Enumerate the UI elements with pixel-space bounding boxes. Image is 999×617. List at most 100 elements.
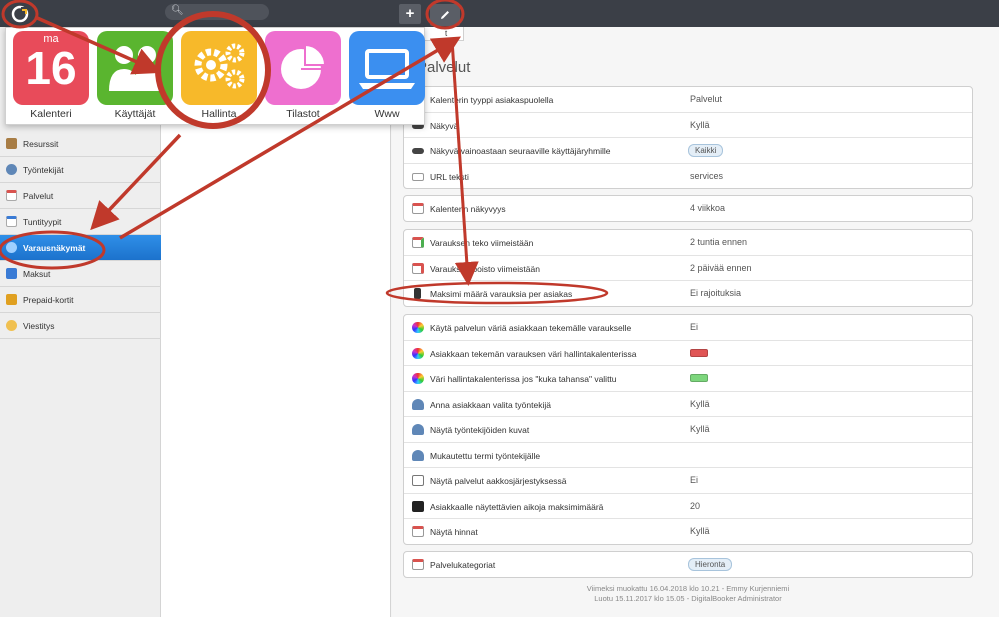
settings-group-categories: Palvelukategoriat Hieronta (403, 551, 973, 578)
resources-icon (6, 138, 17, 149)
sidebar-item-label: Tuntityypit (23, 216, 62, 227)
setting-label: Näytä palvelut aakkosjärjestyksessä (430, 476, 567, 486)
sidebar-item-palvelut[interactable]: Palvelut (0, 183, 161, 209)
card-icon (6, 294, 17, 305)
pencil-icon (441, 11, 449, 19)
setting-row[interactable]: Palvelukategoriat Hieronta (404, 552, 972, 578)
setting-label: Kalenterin näkyvyys (430, 204, 506, 214)
tab-label: t (445, 29, 448, 38)
setting-row[interactable]: Näkyvä vainoastaan seuraaville käyttäjär… (404, 138, 972, 164)
setting-row[interactable]: Kalenterin tyyppi asiakaspuolella Palvel… (404, 87, 972, 113)
setting-value: 2 päivää ennen (690, 262, 752, 273)
color-wheel-icon (412, 373, 424, 384)
sidebar-item-label: Maksut (23, 268, 51, 279)
calendar-date: 16 (25, 42, 77, 94)
setting-label: Asiakkaalle näytettävien aikoja maksimim… (430, 501, 604, 512)
app-kalenteri[interactable]: ma 16 (13, 31, 89, 105)
setting-row[interactable]: Kalenterin näkyvyys 4 viikkoa (404, 196, 972, 222)
setting-label: Varauksen poisto viimeistään (430, 263, 540, 274)
setting-value: 20 (690, 500, 701, 511)
app-launcher: ma 16 Kalenteri Käyttäjät Hallinta Tilas… (5, 27, 425, 125)
user-group-tag: Kaikki (688, 144, 724, 157)
setting-value: services (690, 170, 724, 181)
search-icon: 🔍︎ (171, 5, 184, 16)
payment-icon (6, 268, 17, 279)
settings-group-booking-limits: Varauksen teko viimeistään 2 tuntia enne… (403, 229, 973, 307)
app-label-kalenteri: Kalenteri (30, 108, 72, 120)
setting-row[interactable]: Näytä hinnat Kyllä (404, 519, 972, 545)
app-tilastot[interactable] (265, 31, 341, 105)
setting-label: Anna asiakkaan valita työntekijä (430, 399, 551, 410)
setting-label: Väri hallintakalenterissa jos "kuka taha… (430, 374, 617, 384)
traffic-light-icon (414, 288, 421, 299)
setting-value: Ei (690, 322, 699, 332)
sidebar-item-maksut[interactable]: Maksut (0, 261, 161, 287)
sidebar-item-viestitys[interactable]: Viestitys (0, 313, 161, 339)
color-wheel-icon (412, 322, 424, 333)
sidebar-item-tyontekijat[interactable]: Työntekijät (0, 157, 161, 183)
gears-icon (194, 43, 245, 89)
app-kayttajat[interactable] (97, 31, 173, 105)
setting-label: Näytä työntekijöiden kuvat (430, 425, 530, 435)
sidebar-item-varausnakymat[interactable]: Varausnäkymät (0, 235, 161, 261)
settings-panel: t Palvelut Kalenterin tyyppi asiakaspuol… (392, 27, 999, 617)
message-icon (6, 320, 17, 331)
counter-icon (412, 500, 424, 512)
edit-button[interactable] (430, 4, 460, 26)
setting-row[interactable]: Näytä työntekijöiden kuvat Kyllä (404, 417, 972, 443)
setting-label: Käytä palvelun väriä asiakkaan tekemälle… (430, 323, 632, 333)
setting-value: 2 tuntia ennen (690, 237, 748, 247)
setting-row[interactable]: URL teksti services (404, 164, 972, 190)
setting-row[interactable]: Varauksen teko viimeistään 2 tuntia enne… (404, 230, 972, 256)
search-input[interactable]: 🔍︎ (165, 4, 269, 20)
calendar-remove-icon (412, 262, 424, 274)
app-label-hallinta: Hallinta (201, 108, 237, 120)
person-icon (412, 398, 424, 410)
setting-label: Kalenterin tyyppi asiakaspuolella (430, 95, 554, 105)
setting-label: URL teksti (430, 171, 469, 182)
setting-row[interactable]: Asiakkaalle näytettävien aikoja maksimim… (404, 494, 972, 519)
app-label-www: Www (374, 108, 400, 120)
employees-icon (6, 164, 17, 175)
app-logo-icon[interactable] (10, 5, 30, 23)
app-label-tilastot: Tilastot (286, 108, 320, 120)
eye-icon (412, 148, 424, 154)
setting-row[interactable]: Mukautettu termi työntekijälle (404, 443, 972, 468)
calendar-icon (412, 203, 424, 214)
setting-row[interactable]: Anna asiakkaan valita työntekijä Kyllä (404, 392, 972, 417)
person-icon (412, 449, 424, 461)
sidebar-item-prepaid-kortit[interactable]: Prepaid-kortit (0, 287, 161, 313)
setting-label: Mukautettu termi työntekijälle (430, 450, 541, 461)
sidebar-item-label: Palvelut (23, 190, 54, 201)
price-icon (412, 526, 424, 537)
created-info: Luotu 15.11.2017 klo 15.05 - DigitalBook… (594, 594, 782, 603)
app-label-kayttajat: Käyttäjät (114, 108, 156, 120)
calendar-icon (6, 216, 17, 227)
setting-row[interactable]: Maksimi määrä varauksia per asiakas Ei r… (404, 281, 972, 307)
setting-row[interactable]: Varauksen poisto viimeistään 2 päivää en… (404, 256, 972, 281)
sidebar-item-label: Varausnäkymät (23, 242, 86, 253)
add-button[interactable]: + (399, 4, 421, 24)
sidebar-item-tuntityypit[interactable]: Tuntityypit (0, 209, 161, 235)
color-swatch[interactable] (690, 348, 708, 357)
setting-row[interactable]: Näkyvä Kyllä (404, 113, 972, 138)
app-hallinta[interactable] (181, 31, 257, 105)
settings-group-general: Kalenterin tyyppi asiakaspuolella Palvel… (403, 86, 973, 189)
color-swatch[interactable] (690, 374, 708, 382)
page-title: Palvelut (417, 59, 471, 76)
sort-icon (412, 475, 424, 486)
modified-info: Viimeksi muokattu 16.04.2018 klo 10.21 -… (586, 584, 790, 593)
setting-value: Kyllä (690, 424, 710, 434)
globe-icon (6, 242, 17, 253)
top-bar: 🔍︎ + (0, 0, 999, 27)
category-tag: Hieronta (688, 558, 733, 571)
setting-row[interactable]: Näytä palvelut aakkosjärjestyksessä Ei (404, 468, 972, 494)
sidebar-item-resurssit[interactable]: Resurssit (0, 131, 161, 157)
calendar-icon (6, 190, 17, 201)
setting-row[interactable]: Väri hallintakalenterissa jos "kuka taha… (404, 366, 972, 392)
sidebar-item-label: Työntekijät (23, 164, 64, 175)
app-www[interactable] (349, 31, 425, 105)
setting-row[interactable]: Asiakkaan tekemän varauksen väri hallint… (404, 341, 972, 366)
setting-row[interactable]: Käytä palvelun väriä asiakkaan tekemälle… (404, 315, 972, 341)
setting-value: Kyllä (690, 526, 710, 536)
